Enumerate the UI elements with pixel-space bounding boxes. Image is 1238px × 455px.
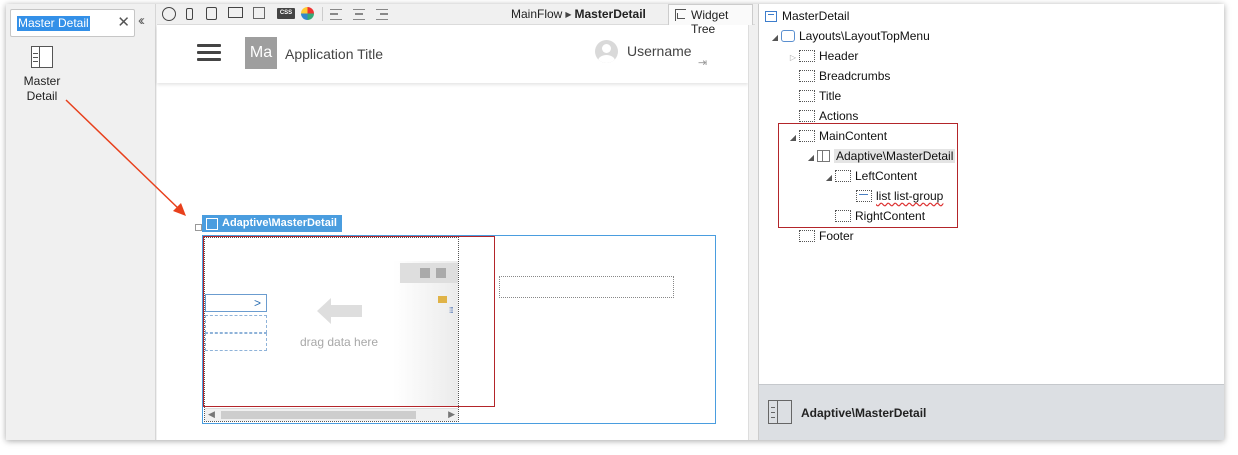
placeholder-icon — [799, 50, 815, 62]
editor-toolbar: CSS MainFlow ▶ MasterDetail — [157, 4, 755, 25]
placeholder-icon — [799, 70, 815, 82]
tree-item-footer[interactable]: Footer — [799, 227, 854, 245]
phone-icon[interactable] — [186, 8, 193, 20]
toolbox-search-input[interactable]: Master Detail ✕ — [10, 9, 135, 37]
properties-title: Adaptive\MasterDetail — [801, 406, 927, 420]
properties-panel: Adaptive\MasterDetail — [758, 384, 1224, 440]
selected-widget-tag[interactable]: Adaptive\MasterDetail — [202, 215, 342, 232]
scrollbar-thumb[interactable] — [221, 411, 416, 419]
widget-label-line2: Detail — [26, 89, 58, 103]
layout-block-icon — [781, 30, 795, 42]
toolbox-widget-master-detail[interactable]: Master Detail — [18, 46, 66, 104]
annotation-highlight-canvas — [203, 236, 495, 407]
collapsed-arrow-icon[interactable]: ▷ — [787, 49, 799, 67]
master-detail-icon — [768, 400, 792, 424]
search-text: Master Detail — [17, 16, 90, 31]
breadcrumb-screen[interactable]: MasterDetail — [575, 7, 646, 21]
app-logo: Ma — [245, 37, 277, 69]
close-icon[interactable]: ✕ — [117, 14, 130, 32]
placeholder-icon — [799, 230, 815, 242]
tree-item-title[interactable]: Title — [799, 87, 841, 105]
align-left-icon[interactable] — [330, 9, 342, 20]
breadcrumb: MainFlow ▶ MasterDetail — [511, 7, 646, 21]
placeholder-icon — [799, 90, 815, 102]
double-chevron-left-icon[interactable]: ‹‹ — [138, 12, 145, 29]
app-window: Master Detail ✕ ‹‹ Master Detail CSS Mai… — [6, 4, 1224, 440]
scroll-left-icon[interactable]: ◀ — [208, 409, 215, 420]
username-label: Username — [627, 43, 692, 59]
expanded-arrow-icon[interactable]: ◢ — [769, 29, 781, 47]
widget-anchor-handle[interactable] — [195, 224, 202, 231]
placeholder-icon — [799, 110, 815, 122]
tree-item-root[interactable]: MasterDetail — [765, 7, 849, 25]
toolbar-divider — [322, 7, 323, 21]
scroll-right-icon[interactable]: ▶ — [448, 409, 455, 420]
master-detail-icon — [31, 46, 53, 68]
rotate-icon[interactable] — [253, 7, 265, 19]
globe-icon[interactable] — [162, 7, 176, 21]
css-icon[interactable]: CSS — [277, 8, 295, 19]
logout-icon[interactable]: ⇥ — [698, 56, 707, 69]
tablet-icon[interactable] — [206, 7, 217, 20]
tree-item-layout[interactable]: ◢ Layouts\LayoutTopMenu — [769, 27, 930, 45]
tab-widget-tree[interactable]: Widget Tree — [668, 4, 753, 36]
align-center-icon[interactable] — [353, 9, 365, 20]
screen-icon — [765, 11, 777, 22]
app-title: Application Title — [285, 46, 384, 62]
breadcrumb-flow[interactable]: MainFlow — [511, 7, 562, 21]
right-content-placeholder[interactable] — [499, 276, 674, 298]
chevron-right-icon: ▶ — [565, 10, 572, 19]
desktop-icon[interactable] — [228, 7, 243, 18]
hamburger-menu-icon[interactable] — [197, 44, 221, 62]
tree-item-header[interactable]: ▷ Header — [787, 47, 858, 65]
toolbox-panel: Master Detail ✕ ‹‹ Master Detail — [6, 4, 156, 440]
canvas-vertical-scrollbar[interactable] — [748, 25, 755, 440]
screen-canvas[interactable]: Ma Application Title Username ⇥ Adaptive… — [157, 25, 748, 440]
annotation-highlight-tree — [778, 123, 958, 228]
theme-icon[interactable] — [301, 7, 314, 20]
app-header: Ma Application Title Username ⇥ — [157, 25, 748, 83]
horizontal-scrollbar[interactable]: ◀ ▶ — [205, 408, 458, 421]
tree-item-breadcrumbs[interactable]: Breadcrumbs — [799, 67, 890, 85]
align-right-icon[interactable] — [376, 9, 388, 20]
user-avatar-icon — [595, 40, 618, 63]
widget-label-line1: Master — [23, 74, 61, 88]
